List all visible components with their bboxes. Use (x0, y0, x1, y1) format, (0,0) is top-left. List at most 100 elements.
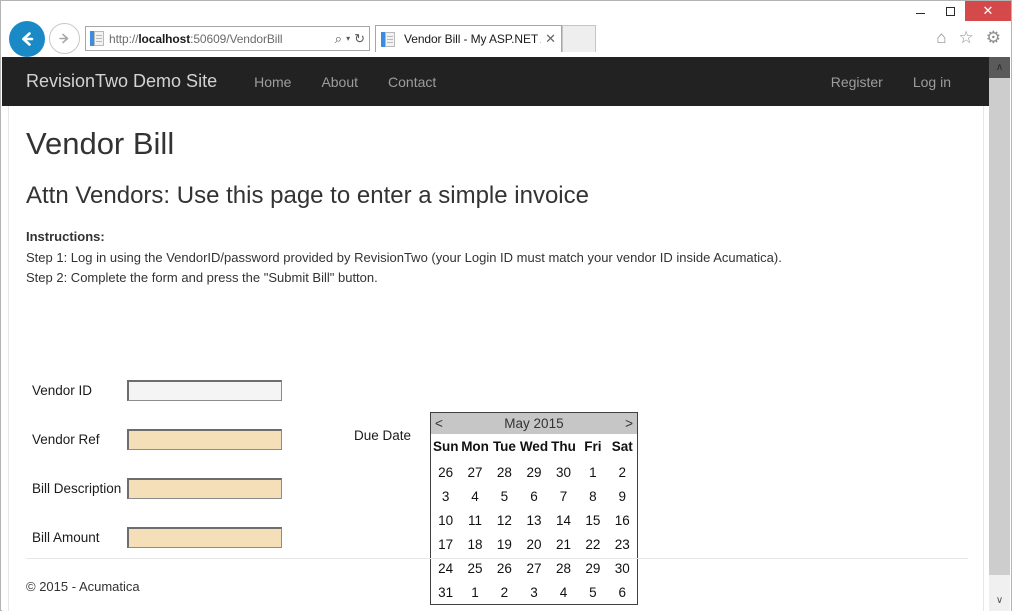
input-vendor-ref[interactable] (127, 428, 282, 450)
calendar-day-cell[interactable]: 3 (431, 484, 460, 508)
maximize-button[interactable] (935, 1, 965, 21)
calendar-day-cell[interactable]: 27 (460, 460, 489, 484)
page-title: Vendor Bill (26, 126, 175, 161)
tab-close-icon[interactable]: ✕ (541, 31, 556, 47)
nav-item-register[interactable]: Register (816, 74, 898, 90)
scroll-up-arrow-icon[interactable]: ∧ (989, 57, 1010, 78)
url-host: localhost (138, 31, 191, 46)
calendar-day-cell[interactable]: 26 (431, 460, 460, 484)
label-vendor-id: Vendor ID (32, 382, 93, 398)
calendar-day-cell[interactable]: 7 (549, 484, 578, 508)
calendar-next-month-button[interactable]: > (607, 413, 637, 434)
calendar-day-cell[interactable]: 20 (519, 532, 549, 556)
nav-item-contact[interactable]: Contact (373, 74, 451, 90)
calendar-day-name-sun: Sun (432, 439, 459, 454)
calendar-day-cell[interactable]: 23 (608, 532, 637, 556)
instructions-step-2: Step 2: Complete the form and press the … (26, 269, 378, 285)
instructions-step-1: Step 1: Log in using the VendorID/passwo… (26, 249, 782, 265)
refresh-icon[interactable]: ↻ (354, 32, 365, 45)
calendar-day-cell[interactable]: 21 (549, 532, 578, 556)
footer-copyright: © 2015 - Acumatica (26, 579, 140, 594)
calendar-day-cell[interactable]: 30 (549, 460, 578, 484)
calendar-day-cell[interactable]: 17 (431, 532, 460, 556)
site-brand[interactable]: RevisionTwo Demo Site (26, 71, 217, 92)
page-scrollbar[interactable]: ∧ ∨ (989, 57, 1010, 611)
scrollbar-thumb[interactable] (989, 78, 1010, 575)
calendar-day-cell[interactable]: 10 (431, 508, 460, 532)
calendar-day-cell[interactable]: 11 (460, 508, 489, 532)
account-nav: Register Log in (816, 74, 966, 90)
label-bill-amount: Bill Amount (32, 529, 100, 545)
page-subtitle: Attn Vendors: Use this page to enter a s… (26, 182, 589, 210)
field-row-vendor-id: Vendor ID (32, 379, 282, 401)
calendar-day-cell[interactable]: 22 (578, 532, 607, 556)
gear-icon[interactable]: ⚙ (986, 29, 1001, 46)
url-prefix: http:// (109, 31, 139, 46)
primary-nav: Home About Contact (239, 74, 451, 90)
calendar-day-cell[interactable]: 12 (490, 508, 519, 532)
favorites-star-icon[interactable]: ☆ (959, 29, 974, 46)
home-icon[interactable]: ⌂ (936, 29, 946, 46)
browser-window: ✕ http://localhost:50609/VendorBill ⌕ ▾ … (0, 0, 1012, 611)
calendar-day-cell[interactable]: 16 (608, 508, 637, 532)
calendar-day-name-fri: Fri (584, 439, 602, 454)
input-bill-description[interactable] (127, 477, 282, 499)
label-due-date: Due Date (354, 428, 412, 443)
url-suffix: :50609/VendorBill (190, 31, 283, 46)
calendar-day-cell[interactable]: 9 (608, 484, 637, 508)
calendar-week-row: 26 27 28 29 30 1 2 (431, 460, 637, 484)
calendar-day-cell[interactable]: 15 (578, 508, 607, 532)
input-bill-amount[interactable] (127, 526, 282, 548)
calendar-day-name-thu: Thu (551, 439, 576, 454)
calendar-day-name-tue: Tue (492, 439, 516, 454)
back-button[interactable] (9, 21, 45, 57)
calendar-day-cell[interactable]: 5 (490, 484, 519, 508)
nav-item-about[interactable]: About (306, 74, 373, 90)
browser-titlebar: ✕ (1, 1, 1011, 21)
calendar-day-name-mon: Mon (461, 439, 489, 454)
calendar-day-cell[interactable]: 2 (608, 460, 637, 484)
calendar-day-cell[interactable]: 6 (519, 484, 549, 508)
scrollbar-track[interactable] (989, 78, 1010, 590)
field-row-bill-amount: Bill Amount (32, 526, 282, 548)
calendar-day-cell[interactable]: 14 (549, 508, 578, 532)
content-header: Vendor Bill Attn Vendors: Use this page … (26, 106, 973, 288)
forward-button[interactable] (49, 23, 80, 54)
calendar-day-cell[interactable]: 19 (490, 532, 519, 556)
new-tab-button[interactable] (562, 25, 596, 52)
calendar-week-row: 17 18 19 20 21 22 23 (431, 532, 637, 556)
calendar-day-cell[interactable]: 4 (460, 484, 489, 508)
calendar-week-row: 10 11 12 13 14 15 16 (431, 508, 637, 532)
tab-vendor-bill[interactable]: Vendor Bill - My ASP.NET A... ✕ (375, 25, 562, 52)
window-controls: ✕ (905, 1, 1011, 21)
site-navbar: RevisionTwo Demo Site Home About Contact… (2, 57, 990, 106)
nav-item-home[interactable]: Home (239, 74, 306, 90)
scroll-down-arrow-icon[interactable]: ∨ (989, 590, 1010, 611)
chevron-down-icon[interactable]: ▾ (346, 34, 350, 43)
calendar-day-cell[interactable]: 13 (519, 508, 549, 532)
site-footer: © 2015 - Acumatica (26, 558, 968, 596)
content-container: Vendor Bill Attn Vendors: Use this page … (8, 106, 984, 611)
calendar-day-cell[interactable]: 8 (578, 484, 607, 508)
tab-strip: Vendor Bill - My ASP.NET A... ✕ (375, 25, 596, 52)
navbar-inner: RevisionTwo Demo Site Home About Contact… (26, 57, 966, 106)
calendar-day-cell[interactable]: 28 (490, 460, 519, 484)
calendar-day-cell[interactable]: 18 (460, 532, 489, 556)
calendar-month-title: May 2015 (460, 413, 608, 434)
tab-page-icon (381, 31, 395, 47)
forward-arrow-icon (59, 33, 69, 44)
nav-item-login[interactable]: Log in (898, 74, 966, 90)
close-window-button[interactable]: ✕ (965, 1, 1011, 21)
calendar-header-row: < May 2015 > (431, 413, 637, 434)
browser-tools: ⌂ ☆ ⚙ (936, 29, 1001, 46)
address-bar[interactable]: http://localhost:50609/VendorBill ⌕ ▾ ↻ (85, 26, 370, 51)
page-document-icon (90, 31, 104, 46)
calendar-day-cell[interactable]: 29 (519, 460, 549, 484)
calendar-day-cell[interactable]: 1 (578, 460, 607, 484)
input-vendor-id[interactable] (127, 379, 282, 401)
minimize-button[interactable] (905, 1, 935, 21)
url-text: http://localhost:50609/VendorBill (109, 32, 331, 46)
calendar-day-names-row: Sun Mon Tue Wed Thu Fri Sat (431, 434, 637, 460)
calendar-prev-month-button[interactable]: < (431, 413, 461, 434)
search-icon[interactable]: ⌕ (335, 32, 342, 45)
